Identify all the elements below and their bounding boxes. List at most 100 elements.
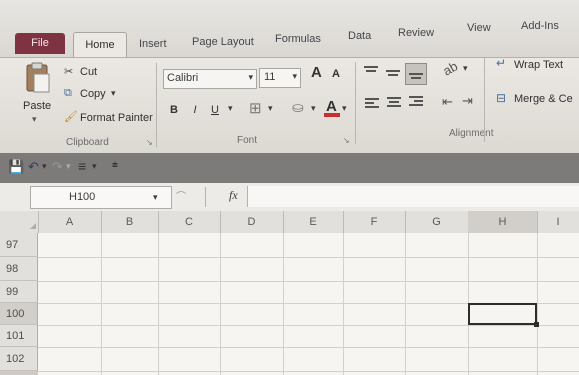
row-header[interactable]: 102 — [0, 347, 38, 371]
borders-dropdown-icon[interactable]: ▾ — [268, 103, 273, 114]
gridline — [283, 233, 284, 375]
gridline — [38, 257, 579, 258]
tab-home[interactable]: Home — [73, 32, 127, 58]
undo-icon[interactable]: ↶ — [28, 159, 39, 175]
wrap-text-button[interactable]: Wrap Text — [514, 59, 563, 71]
font-size-dropdown-icon: ▾ — [292, 71, 297, 81]
insert-function-button[interactable]: fx — [229, 188, 238, 203]
svg-text:A: A — [326, 98, 337, 115]
redo-icon[interactable]: ↷ — [52, 159, 63, 175]
gridline — [537, 233, 538, 375]
tab-review[interactable]: Review — [398, 27, 434, 39]
tab-page-layout[interactable]: Page Layout — [192, 36, 254, 48]
bold-button[interactable]: B — [167, 102, 181, 118]
orientation-dropdown-icon[interactable]: ▾ — [463, 63, 468, 74]
fill-handle[interactable] — [534, 322, 539, 327]
decrease-indent-icon[interactable]: ⇤ — [442, 94, 453, 110]
gridline — [38, 325, 579, 326]
underline-button[interactable]: U — [208, 102, 222, 118]
formula-input[interactable] — [247, 186, 579, 207]
tab-view[interactable]: View — [467, 22, 491, 34]
align-bottom-button[interactable] — [405, 63, 427, 85]
merge-center-icon: ⊟ — [496, 91, 507, 105]
align-middle-icon[interactable] — [385, 66, 401, 80]
copy-button[interactable]: Copy — [80, 88, 106, 100]
fill-color-dropdown-icon[interactable]: ▾ — [311, 103, 316, 114]
copy-icon: ⧉ — [64, 87, 72, 99]
paste-icon — [26, 62, 50, 93]
row-header[interactable]: 101 — [0, 325, 38, 347]
column-header[interactable]: E — [283, 211, 344, 233]
underline-dropdown-icon[interactable]: ▾ — [228, 103, 233, 114]
column-header[interactable]: D — [220, 211, 284, 233]
column-header[interactable]: H — [468, 211, 538, 233]
row-header[interactable]: 98 — [0, 257, 38, 281]
tab-formulas[interactable]: Formulas — [275, 33, 321, 45]
clipboard-launcher-icon[interactable]: ↘ — [146, 138, 153, 147]
separator — [355, 62, 356, 144]
borders-icon[interactable]: ⊞ — [249, 99, 262, 117]
font-group-label: Font — [237, 135, 258, 146]
tab-insert[interactable]: Insert — [139, 38, 167, 50]
save-icon[interactable]: 💾 — [8, 159, 24, 175]
font-color-icon[interactable]: A — [323, 96, 341, 118]
tab-add-ins[interactable]: Add-Ins — [521, 20, 559, 32]
name-box-dropdown-icon[interactable]: ▾ — [153, 187, 158, 208]
grow-font-icon[interactable]: A — [311, 64, 322, 81]
scissors-icon: ✂ — [64, 66, 74, 78]
format-icon[interactable]: ≡ — [78, 158, 86, 174]
cancel-entry-icon[interactable]: ⌒ — [176, 188, 186, 203]
font-launcher-icon[interactable]: ↘ — [343, 136, 350, 145]
separator — [156, 63, 157, 147]
font-size-value: 11 — [264, 71, 276, 83]
separator — [484, 58, 485, 142]
merge-center-button[interactable]: Merge & Ce — [514, 93, 573, 105]
customize-qat-icon[interactable]: ⩧ — [112, 160, 118, 171]
row-header[interactable]: 97 — [0, 233, 38, 257]
paste-dropdown-arrow[interactable]: ▾ — [32, 114, 37, 125]
name-box[interactable]: H100 ▾ — [30, 186, 172, 209]
format-dropdown-icon[interactable]: ▾ — [92, 161, 97, 172]
select-all-corner[interactable] — [0, 211, 39, 233]
cut-button[interactable]: Cut — [80, 66, 97, 78]
italic-button[interactable]: I — [188, 102, 202, 118]
column-header[interactable]: C — [158, 211, 221, 233]
column-header-row: A B C D E F G H I — [0, 211, 579, 234]
align-center-icon[interactable] — [386, 96, 402, 110]
font-size-select[interactable]: 11 ▾ — [259, 68, 301, 88]
font-color-dropdown-icon[interactable]: ▾ — [342, 103, 347, 114]
font-name-value: Calibri — [167, 72, 199, 84]
tab-data[interactable]: Data — [348, 30, 371, 42]
font-name-select[interactable]: Calibri ▾ — [163, 69, 257, 89]
copy-dropdown-arrow[interactable]: ▾ — [111, 88, 116, 99]
gridline — [158, 233, 159, 375]
gridline — [405, 233, 406, 375]
column-header[interactable]: A — [38, 211, 102, 233]
fill-color-icon[interactable]: ⛀ — [292, 99, 304, 116]
redo-dropdown-icon[interactable]: ▾ — [66, 161, 71, 172]
row-header[interactable]: 100 — [0, 303, 38, 325]
tab-file[interactable]: File — [15, 33, 65, 54]
formula-separator — [205, 187, 206, 207]
gridline — [343, 233, 344, 375]
row-header[interactable]: 99 — [0, 281, 38, 303]
format-painter-button[interactable]: Format Painter — [80, 112, 153, 124]
gridline — [38, 347, 579, 348]
undo-dropdown-icon[interactable]: ▾ — [42, 161, 47, 172]
column-header[interactable]: B — [101, 211, 159, 233]
active-cell-h100[interactable] — [468, 303, 537, 325]
column-header[interactable]: G — [405, 211, 469, 233]
align-right-icon[interactable] — [408, 95, 424, 109]
gridline — [38, 281, 579, 282]
shrink-font-icon[interactable]: A — [332, 68, 340, 80]
align-top-icon[interactable] — [363, 64, 379, 78]
name-box-value: H100 — [69, 191, 96, 203]
column-header[interactable]: F — [343, 211, 406, 233]
column-header[interactable]: I — [537, 211, 579, 233]
alignment-group-label: Alignment — [449, 128, 494, 139]
align-left-icon[interactable] — [364, 97, 380, 111]
paste-button[interactable]: Paste — [23, 100, 51, 112]
font-name-dropdown-icon: ▾ — [248, 72, 253, 82]
gridline — [38, 371, 579, 372]
increase-indent-icon[interactable]: ⇥ — [462, 93, 473, 109]
